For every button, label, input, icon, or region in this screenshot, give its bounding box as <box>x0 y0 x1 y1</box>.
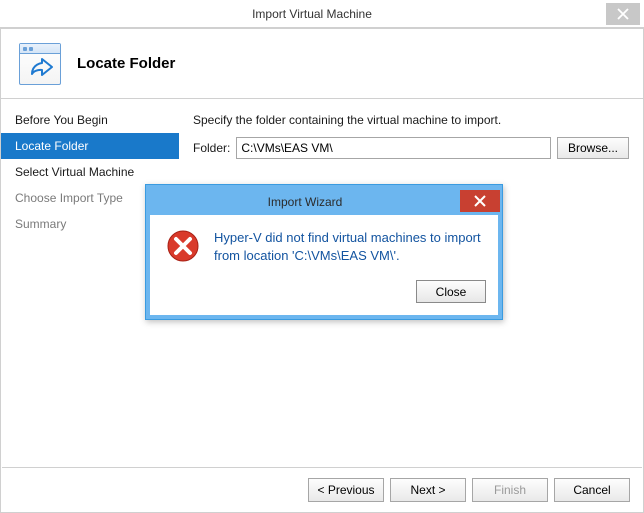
next-button[interactable]: Next > <box>390 478 466 502</box>
folder-field-row: Folder: Browse... <box>193 137 629 159</box>
wizard-header: Locate Folder <box>1 29 643 99</box>
import-folder-icon <box>19 43 61 85</box>
window-titlebar: Import Virtual Machine <box>0 0 644 28</box>
dialog-title: Import Wizard <box>150 195 460 209</box>
page-title: Locate Folder <box>77 55 175 72</box>
sidebar-item-before-you-begin[interactable]: Before You Begin <box>1 107 179 133</box>
error-dialog: Import Wizard Hyper-V did not find virtu… <box>145 184 503 320</box>
share-arrow-icon <box>28 58 54 80</box>
error-icon <box>166 229 200 263</box>
dialog-message: Hyper-V did not find virtual machines to… <box>214 229 482 264</box>
finish-button: Finish <box>472 478 548 502</box>
cancel-button[interactable]: Cancel <box>554 478 630 502</box>
previous-button[interactable]: < Previous <box>308 478 384 502</box>
sidebar-item-locate-folder[interactable]: Locate Folder <box>1 133 179 159</box>
sidebar-item-select-virtual-machine[interactable]: Select Virtual Machine <box>1 159 179 185</box>
dialog-body: Hyper-V did not find virtual machines to… <box>150 215 498 274</box>
window-title: Import Virtual Machine <box>20 7 604 21</box>
wizard-footer: < Previous Next > Finish Cancel <box>2 467 642 512</box>
dialog-titlebar: Import Wizard <box>150 189 498 215</box>
folder-label: Folder: <box>193 141 230 155</box>
window-close-button[interactable] <box>606 3 640 25</box>
dialog-ok-button[interactable]: Close <box>416 280 486 303</box>
close-icon <box>474 195 486 207</box>
browse-button[interactable]: Browse... <box>557 137 629 159</box>
close-icon <box>617 8 629 20</box>
folder-path-input[interactable] <box>236 137 551 159</box>
dialog-footer: Close <box>150 274 498 315</box>
window-content: Locate Folder Before You Begin Locate Fo… <box>0 28 644 513</box>
instruction-text: Specify the folder containing the virtua… <box>193 113 629 127</box>
dialog-close-button[interactable] <box>460 190 500 212</box>
